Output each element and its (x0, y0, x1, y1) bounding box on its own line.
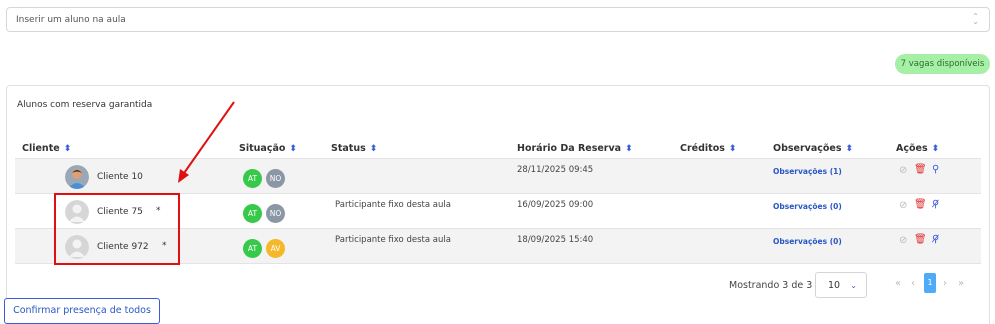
sort-icon: ⬍ (289, 144, 297, 154)
panel-title: Alunos com reserva garantida (17, 100, 153, 110)
student-select[interactable]: Inserir um aluno na aula ⌃ ⌄ (6, 7, 990, 32)
col-creditos[interactable]: Créditos ⬍ (680, 143, 736, 154)
sort-icon: ⬍ (625, 144, 633, 154)
horario-reserva: 28/11/2025 09:45 (517, 165, 594, 175)
col-horario-label: Horário Da Reserva (517, 143, 622, 154)
table-row: Cliente 972 * AT AV Participante fixo de… (15, 228, 981, 263)
observacoes-link[interactable]: Observações (0) (773, 202, 842, 211)
check-icon[interactable]: ⊘ (899, 165, 907, 176)
page-size-value: 10 (828, 280, 841, 291)
sort-icon: ⬍ (728, 144, 737, 154)
pin-icon[interactable]: ⚲ (932, 164, 939, 175)
pagination-summary: Mostrando 3 de 3 (729, 280, 813, 291)
client-name[interactable]: Cliente 10 (97, 172, 143, 182)
status-text: Participante fixo desta aula (335, 235, 451, 245)
check-icon[interactable]: ⊘ (899, 235, 907, 246)
current-page-button[interactable]: 1 (924, 273, 936, 293)
avatar-placeholder (65, 235, 89, 259)
col-situacao-label: Situação (239, 143, 286, 154)
col-acoes[interactable]: Ações ⬍ (896, 143, 939, 154)
unpin-icon[interactable]: ⚲̸ (932, 234, 939, 245)
sort-icon: ⬍ (931, 144, 940, 154)
situacao-at-badge: AT (243, 239, 262, 258)
trash-icon[interactable]: 🗑 (914, 164, 927, 175)
prev-page-button[interactable]: ‹ (911, 278, 915, 289)
check-icon[interactable]: ⊘ (899, 200, 907, 211)
observacoes-link[interactable]: Observações (0) (773, 237, 842, 246)
trash-icon[interactable]: 🗑 (914, 199, 927, 210)
avatar-placeholder (65, 200, 89, 224)
col-observacoes-label: Observações (773, 143, 842, 154)
first-page-button[interactable]: « (895, 278, 901, 289)
situacao-no-badge: NO (266, 204, 285, 223)
unpin-icon[interactable]: ⚲̸ (932, 199, 939, 210)
situacao-at-badge: AT (243, 204, 262, 223)
col-horario[interactable]: Horário Da Reserva ⬍ (517, 143, 633, 154)
col-situacao[interactable]: Situação ⬍ (239, 143, 297, 154)
confirm-all-presence-button[interactable]: Confirmar presença de todos (4, 298, 160, 324)
student-select-placeholder: Inserir um aluno na aula (16, 15, 126, 25)
avatar-photo (65, 165, 89, 189)
col-cliente[interactable]: Cliente ⬍ (22, 143, 71, 154)
table-row: Cliente 10 AT NO 28/11/2025 09:45 Observ… (15, 158, 981, 193)
horario-reserva: 16/09/2025 09:00 (517, 200, 594, 210)
col-status[interactable]: Status ⬍ (331, 143, 377, 154)
col-acoes-label: Ações (896, 143, 928, 154)
table-header: Cliente ⬍ Situação ⬍ Status ⬍ Horário Da Re… (7, 141, 989, 158)
next-page-button[interactable]: › (943, 278, 947, 289)
chevron-down-icon: ⌄ (850, 281, 857, 290)
table-bottom-border (15, 263, 981, 264)
situacao-at-badge: AT (243, 169, 262, 188)
vagas-badge: 7 vagas disponíveis (895, 54, 990, 74)
table-row: Cliente 75 * AT NO Participante fixo des… (15, 193, 981, 228)
col-cliente-label: Cliente (22, 143, 60, 154)
sort-icon: ⬍ (845, 144, 854, 154)
col-observacoes[interactable]: Observações ⬍ (773, 143, 853, 154)
situacao-no-badge: NO (266, 169, 285, 188)
trash-icon[interactable]: 🗑 (914, 234, 927, 245)
col-status-label: Status (331, 143, 366, 154)
client-name[interactable]: Cliente 75 (97, 207, 143, 217)
client-name[interactable]: Cliente 972 (97, 242, 149, 252)
situacao-av-badge: AV (266, 239, 285, 258)
col-creditos-label: Créditos (680, 143, 725, 154)
fixed-asterisk: * (162, 241, 167, 251)
horario-reserva: 18/09/2025 15:40 (517, 235, 594, 245)
observacoes-link[interactable]: Observações (1) (773, 167, 842, 176)
page-size-select[interactable]: 10 ⌄ (815, 272, 867, 298)
status-text: Participante fixo desta aula (335, 200, 451, 210)
last-page-button[interactable]: » (958, 278, 964, 289)
sort-icon: ⬍ (369, 144, 378, 154)
fixed-asterisk: * (156, 206, 161, 216)
select-updown-icon: ⌃ ⌄ (972, 12, 979, 26)
sort-icon: ⬍ (63, 144, 72, 154)
